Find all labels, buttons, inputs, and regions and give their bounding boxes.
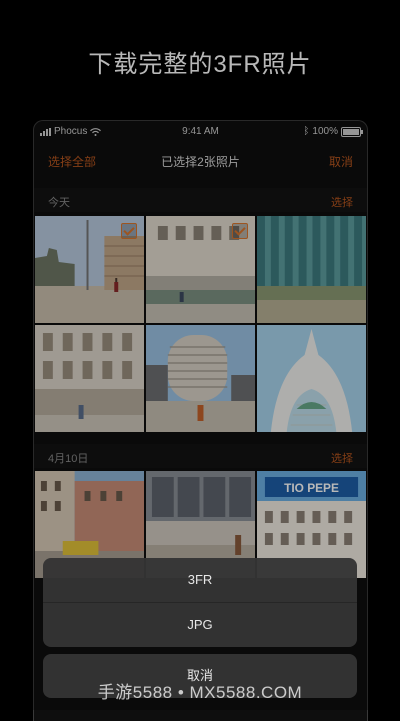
selection-count-title: 已选择2张照片 bbox=[161, 155, 240, 169]
battery-percent: 100% bbox=[312, 126, 338, 137]
cancel-selection-button[interactable]: 取消 bbox=[329, 153, 353, 170]
promo-title: 下载完整的3FR照片 bbox=[88, 51, 312, 78]
selected-check-icon[interactable] bbox=[232, 223, 248, 239]
watermark: 手游5588 • MX5588.COM bbox=[97, 683, 303, 702]
rotunda-photo[interactable] bbox=[146, 325, 255, 432]
section-date: 4月10日 bbox=[48, 453, 89, 465]
section-select-button[interactable]: 选择 bbox=[331, 450, 353, 466]
photo-grid-today bbox=[35, 216, 366, 432]
status-bar: Phocus 9:41 AM ᛒ 100% bbox=[34, 121, 367, 143]
plaza-photo[interactable] bbox=[35, 216, 144, 323]
bluetooth-icon: ᛒ bbox=[303, 126, 310, 137]
navbar: 选择全部 已选择2张照片 取消 bbox=[34, 147, 367, 175]
arch-photo[interactable] bbox=[257, 325, 366, 432]
format-options-group: 3FR JPG bbox=[43, 558, 357, 647]
section-header-today: 今天 选择 bbox=[34, 188, 367, 212]
building-photo[interactable] bbox=[146, 216, 255, 323]
section-header-apr10: 4月10日 选择 bbox=[34, 444, 367, 468]
selected-check-icon[interactable] bbox=[121, 223, 137, 239]
facade-photo[interactable] bbox=[257, 216, 366, 323]
street-photo[interactable] bbox=[35, 325, 144, 432]
tio-pepe-sign-text: TIO PEPE bbox=[284, 481, 339, 495]
battery-icon bbox=[341, 126, 363, 137]
download-3fr-option[interactable]: 3FR bbox=[43, 558, 357, 602]
section-date: 今天 bbox=[48, 197, 70, 209]
download-jpg-option[interactable]: JPG bbox=[43, 602, 357, 647]
section-select-button[interactable]: 选择 bbox=[331, 194, 353, 210]
